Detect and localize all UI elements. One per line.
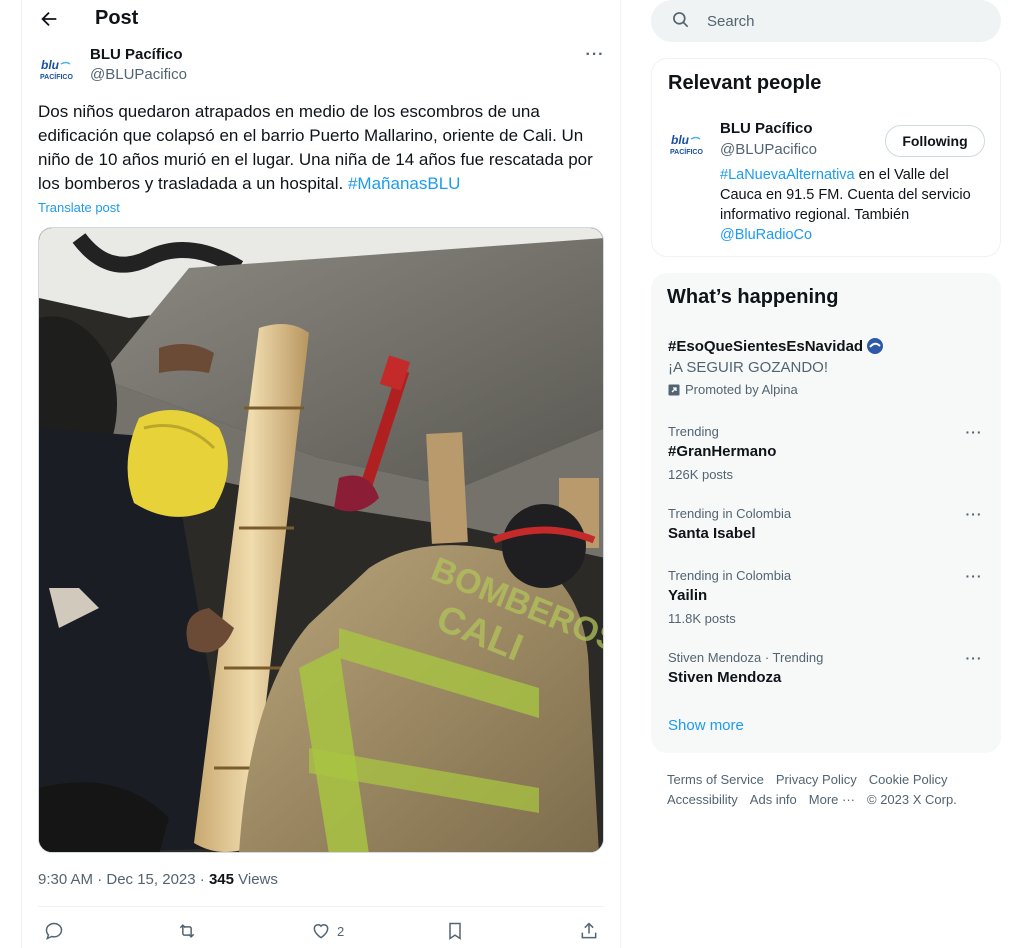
trend-context: Trending in Colombia — [668, 506, 792, 521]
blu-logo: blu PACÍFICO — [40, 58, 73, 81]
trend-item[interactable]: Stiven Mendoza · Trending Stiven Mendoza… — [651, 649, 1001, 691]
logo-text-bottom: PACÍFICO — [40, 72, 73, 81]
logo-text-top: blu — [41, 58, 60, 72]
views-label: Views — [233, 871, 278, 888]
main-column: Post blu PACÍFICO BLU Pacífico @BLUPacif… — [21, 0, 621, 948]
trend-item[interactable]: Trending in Colombia Santa Isabel ··· — [651, 505, 1001, 547]
repost-button[interactable] — [176, 919, 198, 943]
post-text: Dos niños quedaron atrapados en medio de… — [38, 100, 608, 196]
reply-button[interactable] — [44, 919, 64, 943]
trend-name: #GranHermano — [668, 443, 777, 460]
more-horizontal-icon[interactable]: ··· — [584, 44, 606, 66]
logo-text-bottom: PACÍFICO — [670, 147, 703, 156]
promoted-by-label: Promoted by Alpina — [685, 382, 798, 397]
search-input[interactable] — [707, 0, 987, 42]
arrow-left-icon[interactable] — [38, 8, 60, 30]
trend-context: Trending — [668, 424, 719, 439]
bio-hashtag-link[interactable]: #LaNuevaAlternativa — [720, 167, 855, 183]
footer-link-ads[interactable]: Ads info — [750, 790, 797, 810]
trend-context: Trending in Colombia — [668, 568, 792, 583]
trend-item[interactable]: Trending in Colombia Yailin 11.8K posts … — [651, 567, 1001, 631]
share-button[interactable] — [579, 919, 599, 943]
page-title: Post — [95, 7, 139, 29]
translate-post-link[interactable]: Translate post — [38, 200, 120, 215]
search-box[interactable] — [651, 0, 1001, 42]
more-horizontal-icon[interactable]: ··· — [963, 650, 985, 666]
promoted-trend-subtitle: ¡A SEGUIR GOZANDO! — [668, 359, 829, 376]
person-name[interactable]: BLU Pacífico — [720, 120, 813, 137]
relevant-people-title: Relevant people — [668, 72, 822, 94]
search-icon — [673, 12, 689, 28]
more-horizontal-icon[interactable]: ··· — [963, 424, 985, 440]
footer-link-more[interactable]: More ··· — [809, 790, 855, 810]
trend-name: Stiven Mendoza — [668, 669, 782, 686]
promoted-trend[interactable]: #EsoQueSientesEsNavidad ¡A SEGUIR GOZAND… — [651, 333, 1001, 403]
footer-copyright: © 2023 X Corp. — [867, 792, 957, 807]
person-avatar[interactable]: blu PACÍFICO — [668, 125, 708, 165]
promoted-by: Promoted by Alpina — [668, 382, 798, 397]
alpina-emoji-icon — [867, 338, 884, 354]
trend-count: 11.8K posts — [668, 611, 736, 626]
more-horizontal-icon[interactable]: ··· — [963, 568, 985, 584]
reply-icon — [45, 922, 63, 940]
more-horizontal-icon[interactable]: ··· — [963, 506, 985, 522]
footer-link-privacy[interactable]: Privacy Policy — [776, 770, 857, 790]
whats-happening-title: What’s happening — [667, 286, 839, 308]
following-button[interactable]: Following — [885, 125, 985, 157]
actions-divider — [38, 906, 604, 907]
trend-item[interactable]: Trending #GranHermano 126K posts ··· — [651, 423, 1001, 487]
person-handle[interactable]: @BLUPacifico — [720, 141, 817, 158]
heart-icon — [313, 924, 329, 939]
promoted-trend-name-row: #EsoQueSientesEsNavidad — [668, 337, 884, 355]
footer-links: Terms of Service Privacy Policy Cookie Pol… — [667, 770, 997, 810]
like-button[interactable]: 2 — [311, 919, 344, 943]
post-meta: 9:30 AM · Dec 15, 2023 · 345 Views — [38, 871, 278, 888]
post-hashtag[interactable]: #MañanasBLU — [348, 174, 460, 193]
promoted-icon — [668, 384, 680, 395]
post-body: Dos niños quedaron atrapados en medio de… — [38, 102, 593, 193]
post-time[interactable]: 9:30 AM · Dec 15, 2023 · — [38, 871, 209, 888]
share-icon — [581, 922, 597, 939]
footer-link-cookie[interactable]: Cookie Policy — [869, 770, 948, 790]
repost-icon — [179, 924, 195, 938]
bio-mention-link[interactable]: @BluRadioCo — [720, 227, 812, 243]
trend-name: Santa Isabel — [668, 525, 756, 542]
relevant-people-card: Relevant people blu PACÍFICO BLU Pacífic… — [651, 58, 1001, 257]
blu-logo: blu PACÍFICO — [670, 133, 703, 156]
bookmark-button[interactable] — [445, 919, 465, 943]
views-count: 345 — [208, 871, 234, 888]
footer-link-accessibility[interactable]: Accessibility — [667, 790, 738, 810]
author-handle[interactable]: @BLUPacifico — [90, 66, 187, 83]
trend-count: 126K posts — [668, 467, 734, 482]
author-name[interactable]: BLU Pacífico — [90, 46, 183, 63]
logo-text-top: blu — [671, 133, 690, 147]
like-count: 2 — [337, 923, 345, 939]
trend-context: Stiven Mendoza · Trending — [668, 650, 824, 665]
whats-happening-card: What’s happening #EsoQueSientesEsNavidad… — [651, 273, 1001, 753]
footer-link-terms[interactable]: Terms of Service — [667, 770, 764, 790]
trend-name: Yailin — [668, 587, 708, 604]
post-image[interactable]: BOMBEROS CALI — [38, 227, 604, 853]
person-bio: #LaNuevaAlternativa en el Valle del Cauc… — [720, 165, 988, 245]
bookmark-icon — [449, 922, 461, 940]
show-more-link[interactable]: Show more — [668, 717, 744, 734]
author-avatar[interactable]: blu PACÍFICO — [38, 50, 78, 90]
header-bar: Post — [22, 0, 620, 40]
rescue-photo: BOMBEROS CALI — [39, 228, 603, 852]
promoted-trend-name: #EsoQueSientesEsNavidad — [668, 337, 864, 355]
